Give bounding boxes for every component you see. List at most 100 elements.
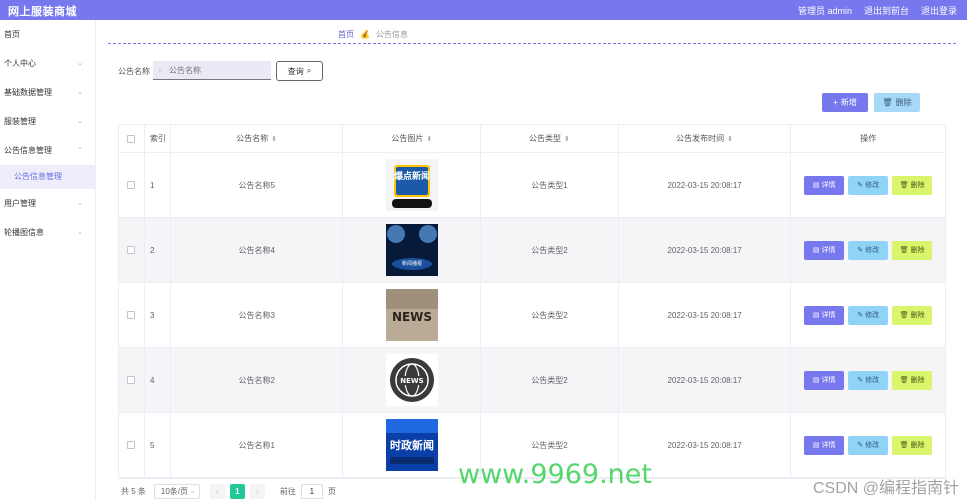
- header-image-label: 公告图片: [391, 134, 424, 143]
- row-index: 5: [145, 413, 171, 477]
- row-checkbox-cell: [119, 283, 145, 347]
- select-all-checkbox[interactable]: [127, 134, 136, 143]
- detail-icon: ▤: [812, 312, 820, 319]
- sidebar-item-label: 轮播图信息: [4, 228, 44, 237]
- delete-label: 删除: [910, 442, 925, 449]
- detail-label: 详情: [821, 377, 836, 384]
- delete-button[interactable]: 🗑 删除: [892, 175, 933, 195]
- notice-image: 爆点新闻: [385, 159, 438, 211]
- sidebar-item-carousel[interactable]: 轮播图信息 ⌄: [0, 218, 95, 247]
- image-text: 新闻播报: [402, 260, 422, 267]
- notice-image: NEWS: [385, 289, 438, 341]
- edit-button[interactable]: ✎ 修改: [848, 175, 889, 195]
- edit-button[interactable]: ✎ 修改: [848, 435, 889, 455]
- chevron-down-icon: ⌄: [77, 89, 83, 96]
- row-name: 公告名称3: [171, 283, 344, 347]
- page-size-select[interactable]: 10条/页 ⌄: [153, 484, 200, 499]
- header-image[interactable]: 公告图片 ⬍: [343, 125, 482, 152]
- delete-label: 删除: [910, 377, 925, 384]
- goto-page: 前往 1 页: [280, 484, 336, 499]
- table-row: 1 公告名称5 爆点新闻 公告类型1 2022-03-15 20:08:17 ▤…: [119, 153, 945, 218]
- delete-button[interactable]: 🗑 删除: [892, 240, 933, 260]
- bulk-delete-button[interactable]: 🗑 删除: [874, 93, 920, 112]
- sidebar-item-users[interactable]: 用户管理 ⌄: [0, 189, 95, 218]
- detail-button[interactable]: ▤ 详情: [804, 175, 845, 195]
- delete-label: 删除: [910, 182, 925, 189]
- plus-icon: +: [833, 98, 838, 107]
- delete-button[interactable]: 🗑 删除: [892, 305, 933, 325]
- trash-icon: 🗑: [899, 247, 909, 254]
- edit-label: 修改: [865, 247, 880, 254]
- row-image-cell: 新闻播报: [343, 218, 482, 282]
- detail-icon: ▤: [812, 442, 820, 449]
- edit-label: 修改: [865, 442, 880, 449]
- row-actions: ▤ 详情 ✎ 修改 🗑 删除: [791, 218, 945, 282]
- header-time[interactable]: 公告发布时间 ⬍: [619, 125, 792, 152]
- table-row: 3 公告名称3 NEWS 公告类型2 2022-03-15 20:08:17 ▤…: [119, 283, 945, 348]
- page-unit-label: 页: [327, 487, 336, 496]
- table-row: 2 公告名称4 新闻播报 公告类型2 2022-03-15 20:08:17 ▤…: [119, 218, 945, 283]
- goto-page-input[interactable]: 1: [300, 484, 323, 499]
- notice-image: NEWS: [385, 354, 438, 406]
- detail-button[interactable]: ▤ 详情: [804, 370, 845, 390]
- user-label: 管理员 admin: [797, 6, 852, 16]
- row-checkbox[interactable]: [127, 311, 136, 319]
- search-input[interactable]: [153, 61, 271, 80]
- detail-button[interactable]: ▤ 详情: [804, 240, 845, 260]
- edit-button[interactable]: ✎ 修改: [848, 305, 889, 325]
- row-checkbox[interactable]: [127, 181, 136, 189]
- sidebar-item-profile[interactable]: 个人中心 ⌄: [0, 49, 95, 78]
- header-name-label: 公告名称: [236, 134, 269, 143]
- next-page-button[interactable]: ›: [249, 484, 265, 499]
- search-icon: ⌕: [306, 66, 312, 75]
- row-checkbox[interactable]: [127, 246, 136, 254]
- row-checkbox[interactable]: [127, 441, 136, 449]
- sidebar-item-label: 用户管理: [4, 199, 36, 208]
- add-button[interactable]: + 新增: [822, 93, 868, 112]
- chevron-left-icon: ‹: [216, 487, 219, 496]
- query-button[interactable]: 查询 ⌕: [276, 61, 323, 81]
- row-name: 公告名称4: [171, 218, 344, 282]
- prev-page-button[interactable]: ‹: [209, 484, 225, 499]
- header-name[interactable]: 公告名称 ⬍: [171, 125, 344, 152]
- sidebar-item-clothing[interactable]: 服装管理 ⌄: [0, 107, 95, 136]
- logout-link[interactable]: 退出登录: [921, 4, 957, 17]
- header-checkbox-cell: [119, 125, 145, 152]
- top-bar-actions: 管理员 admin 退出到前台 退出登录: [798, 4, 957, 17]
- sidebar: 首页 个人中心 ⌄ 基础数据管理 ⌄ 服装管理 ⌄ 公告信息管理 ⌃ 公告信息管理 用户…: [0, 20, 96, 500]
- sidebar-item-home[interactable]: 首页: [0, 20, 95, 49]
- sidebar-item-label: 首页: [4, 30, 20, 39]
- header-type[interactable]: 公告类型 ⬍: [481, 125, 619, 152]
- site-watermark: www.9969.net: [458, 459, 652, 490]
- edit-label: 修改: [865, 377, 880, 384]
- detail-button[interactable]: ▤ 详情: [804, 435, 845, 455]
- edit-button[interactable]: ✎ 修改: [848, 370, 889, 390]
- sidebar-item-basic-data[interactable]: 基础数据管理 ⌄: [0, 78, 95, 107]
- row-time: 2022-03-15 20:08:17: [619, 283, 792, 347]
- detail-button[interactable]: ▤ 详情: [804, 305, 845, 325]
- row-checkbox[interactable]: [127, 376, 136, 384]
- chevron-down-icon: ⌄: [77, 118, 83, 125]
- detail-label: 详情: [821, 312, 836, 319]
- search-label: 公告名称: [118, 67, 150, 76]
- delete-button[interactable]: 🗑 删除: [892, 370, 933, 390]
- edit-button[interactable]: ✎ 修改: [848, 240, 889, 260]
- front-link[interactable]: 退出到前台: [864, 4, 909, 17]
- row-name: 公告名称2: [171, 348, 344, 412]
- delete-label: 删除: [910, 312, 925, 319]
- delete-button[interactable]: 🗑 删除: [892, 435, 933, 455]
- sidebar-item-label: 基础数据管理: [4, 88, 52, 97]
- sidebar-item-label: 公告信息管理: [4, 146, 52, 155]
- detail-label: 详情: [821, 442, 836, 449]
- notice-image: 新闻播报: [385, 224, 438, 276]
- row-type: 公告类型1: [481, 153, 619, 217]
- sidebar-item-notice[interactable]: 公告信息管理 ⌃: [0, 136, 95, 165]
- sidebar-subitem-notice-manage[interactable]: 公告信息管理: [0, 165, 95, 189]
- pencil-icon: ✎: [857, 182, 864, 189]
- notice-table: 索引 公告名称 ⬍ 公告图片 ⬍ 公告类型 ⬍ 公告发布时间 ⬍ 操作 1 公告名称5 …: [118, 124, 946, 479]
- row-actions: ▤ 详情 ✎ 修改 🗑 删除: [791, 153, 945, 217]
- breadcrumb-home[interactable]: 首页: [338, 29, 354, 40]
- page-number-current[interactable]: 1: [229, 484, 245, 499]
- chevron-right-icon: ›: [256, 487, 259, 496]
- sidebar-item-label: 服装管理: [4, 117, 36, 126]
